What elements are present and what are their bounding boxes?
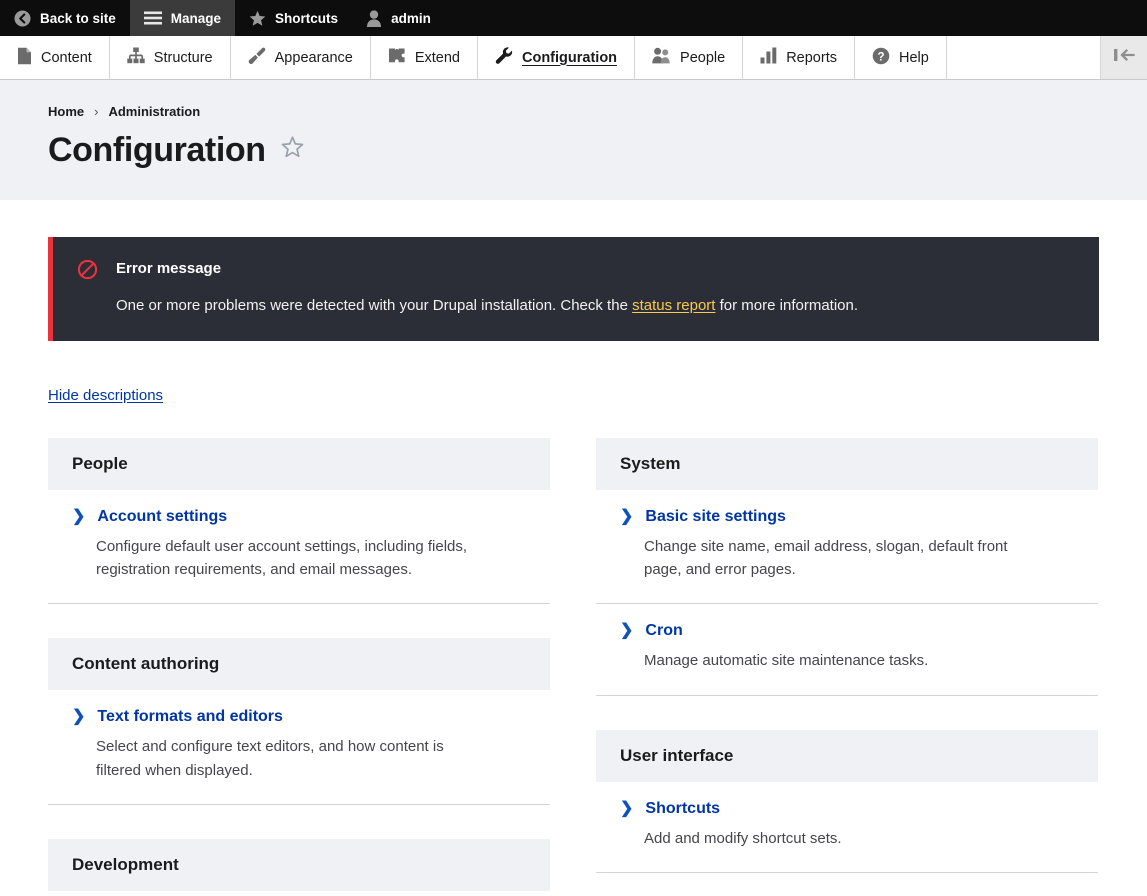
question-circle-icon: ? — [872, 47, 890, 69]
people-icon — [652, 47, 671, 68]
configuration-item-link[interactable]: ❯ Basic site settings — [596, 508, 1098, 526]
configuration-block-title: Development — [48, 838, 550, 891]
configuration-block: Content authoring ❯ Text formats and edito… — [48, 638, 550, 805]
tab-help[interactable]: ? Help — [855, 36, 947, 79]
user-icon — [366, 9, 382, 27]
configuration-item-link[interactable]: ❯ Shortcuts — [596, 800, 1098, 818]
back-to-site-button[interactable]: Back to site — [0, 0, 130, 36]
configuration-block: User interface ❯ Shortcuts Add and modify s… — [596, 729, 1098, 873]
configuration-column-left: People ❯ Account settings Configure default… — [48, 437, 550, 896]
star-outline-icon[interactable] — [280, 136, 305, 165]
tab-reports[interactable]: Reports — [743, 36, 855, 79]
structure-tree-icon — [127, 47, 145, 68]
configuration-block: Development — [48, 838, 550, 891]
status-report-link[interactable]: status report — [632, 297, 715, 314]
admin-menu-bar: Content Structure Appearance Extend Conf… — [0, 36, 1147, 80]
tab-people[interactable]: People — [635, 36, 744, 79]
configuration-item-description: Add and modify shortcut sets. — [644, 829, 842, 847]
configuration-item-link[interactable]: ❯ Cron — [596, 622, 1098, 640]
configuration-item-description: Manage automatic site maintenance tasks. — [644, 652, 929, 670]
configuration-column-right: System ❯ Basic site settings Change site na… — [596, 437, 1098, 896]
error-message-body: Error message One or more problems were … — [116, 259, 1075, 317]
manage-label: Manage — [170, 10, 222, 26]
chevron-right-icon: ❯ — [72, 708, 86, 726]
breadcrumb-separator-icon: › — [94, 104, 99, 119]
star-filled-icon — [249, 10, 266, 27]
configuration-block-title: User interface — [596, 729, 1098, 782]
configuration-item-description: Change site name, email address, slogan,… — [644, 537, 1008, 578]
tab-appearance-label: Appearance — [274, 49, 353, 66]
error-message-banner: Error message One or more problems were … — [48, 237, 1099, 341]
configuration-item-description: Configure default user account settings,… — [96, 537, 468, 578]
tab-appearance[interactable]: Appearance — [231, 36, 371, 79]
page-title: Configuration — [48, 131, 266, 169]
breadcrumb: Home › Administration — [48, 104, 1147, 119]
tab-extend-label: Extend — [414, 49, 460, 66]
wrench-icon — [495, 46, 513, 69]
chevron-right-icon: ❯ — [72, 507, 86, 525]
page-title-row: Configuration — [48, 131, 1147, 170]
configuration-columns: People ❯ Account settings Configure default… — [48, 437, 1099, 896]
configuration-block-title: Content authoring — [48, 638, 550, 691]
configuration-item-title: Basic site settings — [645, 507, 786, 525]
tab-configuration[interactable]: Configuration — [478, 36, 636, 79]
user-account-label: admin — [391, 10, 431, 26]
configuration-item: ❯ Account settings Configure default user … — [48, 490, 550, 605]
breadcrumb-item-home[interactable]: Home — [48, 104, 84, 119]
main-content: Error message One or more problems were … — [0, 237, 1147, 896]
admin-toolbar: Back to site Manage Shortcuts admin — [0, 0, 1147, 36]
configuration-item: ❯ Shortcuts Add and modify shortcut sets. — [596, 782, 1098, 873]
bar-chart-icon — [760, 47, 777, 68]
error-prohibition-icon — [77, 259, 98, 317]
puzzle-piece-icon — [388, 47, 406, 68]
configuration-item-link[interactable]: ❯ Text formats and editors — [48, 708, 550, 726]
back-arrow-circle-icon — [14, 10, 31, 27]
document-icon — [17, 47, 32, 69]
configuration-block-title: People — [48, 437, 550, 490]
chevron-right-icon: ❯ — [620, 622, 634, 640]
tab-structure-label: Structure — [153, 49, 213, 66]
tab-content[interactable]: Content — [0, 36, 110, 79]
paintbrush-icon — [248, 47, 266, 69]
chevron-right-icon: ❯ — [620, 507, 634, 525]
tab-help-label: Help — [898, 49, 929, 66]
configuration-block: People ❯ Account settings Configure default… — [48, 437, 550, 605]
hamburger-icon — [143, 11, 162, 25]
collapse-toolbar-icon — [1113, 47, 1135, 68]
tab-configuration-label: Configuration — [522, 49, 618, 66]
error-message-text-after: for more information. — [715, 297, 859, 314]
tab-content-label: Content — [41, 49, 92, 66]
configuration-item-description: Select and configure text editors, and h… — [96, 738, 444, 779]
configuration-item-title: Shortcuts — [645, 799, 721, 817]
configuration-item-title: Account settings — [97, 507, 228, 525]
collapse-toolbar-button[interactable] — [1101, 36, 1147, 79]
error-message-text: One or more problems were detected with … — [116, 295, 1075, 317]
breadcrumb-item-administration[interactable]: Administration — [108, 104, 200, 119]
shortcuts-tab[interactable]: Shortcuts — [235, 0, 352, 36]
configuration-item: ❯ Cron Manage automatic site maintenance t… — [596, 604, 1098, 696]
configuration-item-link[interactable]: ❯ Account settings — [48, 508, 550, 526]
shortcuts-label: Shortcuts — [275, 10, 339, 26]
user-account-tab[interactable]: admin — [352, 0, 445, 36]
error-message-text-before: One or more problems were detected with … — [116, 297, 633, 314]
manage-tab[interactable]: Manage — [129, 0, 236, 36]
configuration-block-title: System — [596, 437, 1098, 490]
tab-extend[interactable]: Extend — [371, 36, 478, 79]
configuration-item-title: Text formats and editors — [97, 708, 283, 726]
toolbar-spacer — [947, 36, 1101, 79]
back-to-site-label: Back to site — [40, 10, 116, 26]
hide-descriptions-link[interactable]: Hide descriptions — [48, 387, 163, 404]
configuration-block: System ❯ Basic site settings Change site na… — [596, 437, 1098, 696]
configuration-item-title: Cron — [645, 622, 683, 640]
svg-text:?: ? — [877, 51, 884, 63]
tab-reports-label: Reports — [786, 49, 837, 66]
configuration-item: ❯ Text formats and editors Select and conf… — [48, 690, 550, 805]
tab-people-label: People — [680, 49, 726, 66]
tab-structure[interactable]: Structure — [110, 36, 231, 79]
chevron-right-icon: ❯ — [620, 799, 634, 817]
error-message-title: Error message — [116, 260, 222, 277]
configuration-item: ❯ Basic site settings Change site name, em… — [596, 490, 1098, 605]
page-header: Home › Administration Configuration — [0, 80, 1147, 200]
